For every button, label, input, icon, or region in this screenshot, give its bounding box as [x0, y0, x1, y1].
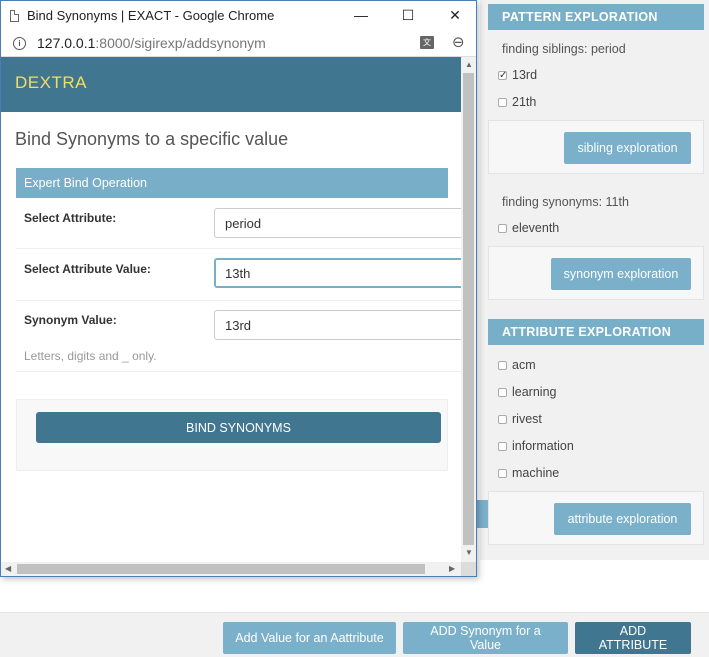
url-path: :8000/sigirexp/addsynonym	[95, 35, 266, 51]
attribute-exploration-button[interactable]: attribute exploration	[554, 503, 691, 535]
scrollbar-corner	[461, 562, 476, 576]
translate-icon[interactable]: 文	[420, 36, 434, 49]
checkbox-checked-icon[interactable]: ✓	[498, 70, 507, 80]
attribute-value-label: Select Attribute Value:	[24, 262, 151, 276]
hidden-button-edge	[476, 500, 488, 528]
form-row-attribute: Select Attribute:	[16, 198, 461, 249]
attribute-label: Select Attribute:	[24, 211, 117, 225]
scroll-left-icon[interactable]: ◀	[5, 564, 11, 573]
pattern-exploration-header: PATTERN EXPLORATION	[488, 4, 704, 30]
add-synonym-button[interactable]: ADD Synonym for a Value	[403, 622, 568, 654]
sibling-exploration-button[interactable]: sibling exploration	[564, 132, 691, 164]
attribute-label: information	[512, 439, 574, 453]
attribute-item-rivest[interactable]: rivest	[498, 412, 542, 426]
window-title: Bind Synonyms | EXACT - Google Chrome	[27, 8, 275, 23]
help-text: Letters, digits and _ only.	[24, 349, 157, 363]
module-header: Expert Bind Operation	[16, 168, 448, 198]
attribute-label: machine	[512, 466, 560, 480]
page-viewport: DEXTRA Bind Synonyms to a specific value…	[1, 57, 461, 562]
sibling-button-box: sibling exploration	[488, 120, 704, 174]
checkbox-icon[interactable]	[498, 441, 507, 451]
checkbox-icon[interactable]	[498, 468, 507, 478]
checkbox-icon[interactable]	[498, 414, 507, 424]
attribute-label: acm	[512, 358, 536, 372]
sibling-item-13rd[interactable]: ✓ 13rd	[498, 68, 537, 82]
checkbox-icon[interactable]	[498, 97, 507, 107]
window-titlebar[interactable]: Bind Synonyms | EXACT - Google Chrome — …	[1, 1, 476, 30]
scroll-right-icon[interactable]: ▶	[449, 564, 455, 573]
minimize-icon[interactable]: —	[338, 1, 384, 30]
address-bar[interactable]: i 127.0.0.1:8000/sigirexp/addsynonym 文 ⊖	[1, 30, 476, 57]
checkbox-icon[interactable]	[498, 360, 507, 370]
maximize-icon[interactable]: ☐	[385, 1, 431, 30]
page-title: Bind Synonyms to a specific value	[15, 129, 289, 149]
vertical-scroll-thumb[interactable]	[463, 73, 474, 545]
bind-synonyms-button[interactable]: BIND SYNONYMS	[36, 412, 441, 443]
attribute-item-machine[interactable]: machine	[498, 466, 559, 480]
add-value-button[interactable]: Add Value for an Aattribute	[223, 622, 396, 654]
synonym-button-box: synonym exploration	[488, 246, 704, 300]
url-host: 127.0.0.1	[37, 35, 96, 51]
checkbox-icon[interactable]	[498, 223, 507, 233]
synonyms-text: finding synonyms: 11th	[502, 195, 629, 209]
form-row-attribute-value: Select Attribute Value:	[16, 249, 461, 301]
vertical-scrollbar[interactable]: ▲ ▼	[461, 57, 476, 562]
zoom-icon[interactable]: ⊖	[452, 33, 465, 51]
attribute-item-acm[interactable]: acm	[498, 358, 536, 372]
synonym-item-eleventh[interactable]: eleventh	[498, 221, 559, 235]
brand-logo[interactable]: DEXTRA	[15, 73, 87, 93]
attribute-item-information[interactable]: information	[498, 439, 574, 453]
horizontal-scroll-thumb[interactable]	[17, 564, 425, 574]
url-text[interactable]: 127.0.0.1:8000/sigirexp/addsynonym	[37, 35, 266, 51]
horizontal-scrollbar[interactable]: ◀ ▶	[1, 562, 461, 576]
checkbox-icon[interactable]	[498, 387, 507, 397]
attribute-label: learning	[512, 385, 557, 399]
scroll-up-icon[interactable]: ▲	[465, 60, 473, 69]
submit-row: BIND SYNONYMS	[16, 399, 448, 471]
sibling-label: 21th	[512, 95, 537, 109]
synonym-label: eleventh	[512, 221, 560, 235]
attribute-label: rivest	[512, 412, 542, 426]
attribute-exploration-header: ATTRIBUTE EXPLORATION	[488, 319, 704, 345]
synonym-exploration-button[interactable]: synonym exploration	[551, 258, 691, 290]
sibling-item-21th[interactable]: 21th	[498, 95, 536, 109]
attribute-button-box: attribute exploration	[488, 491, 704, 545]
scroll-down-icon[interactable]: ▼	[465, 548, 473, 557]
siblings-text: finding siblings: period	[502, 42, 626, 56]
synonym-label: Synonym Value:	[24, 313, 117, 327]
add-attribute-button[interactable]: ADD ATTRIBUTE	[575, 622, 691, 654]
select-attribute-input[interactable]	[214, 208, 461, 238]
page-icon	[10, 9, 19, 22]
app-header: DEXTRA	[1, 57, 461, 112]
popup-window: Bind Synonyms | EXACT - Google Chrome — …	[0, 0, 477, 577]
close-icon[interactable]: ✕	[432, 1, 476, 30]
synonym-value-input[interactable]	[214, 310, 461, 340]
sibling-label: 13rd	[512, 68, 538, 82]
select-attribute-value-input[interactable]	[214, 258, 461, 288]
info-icon[interactable]: i	[13, 36, 26, 50]
attribute-item-learning[interactable]: learning	[498, 385, 556, 399]
